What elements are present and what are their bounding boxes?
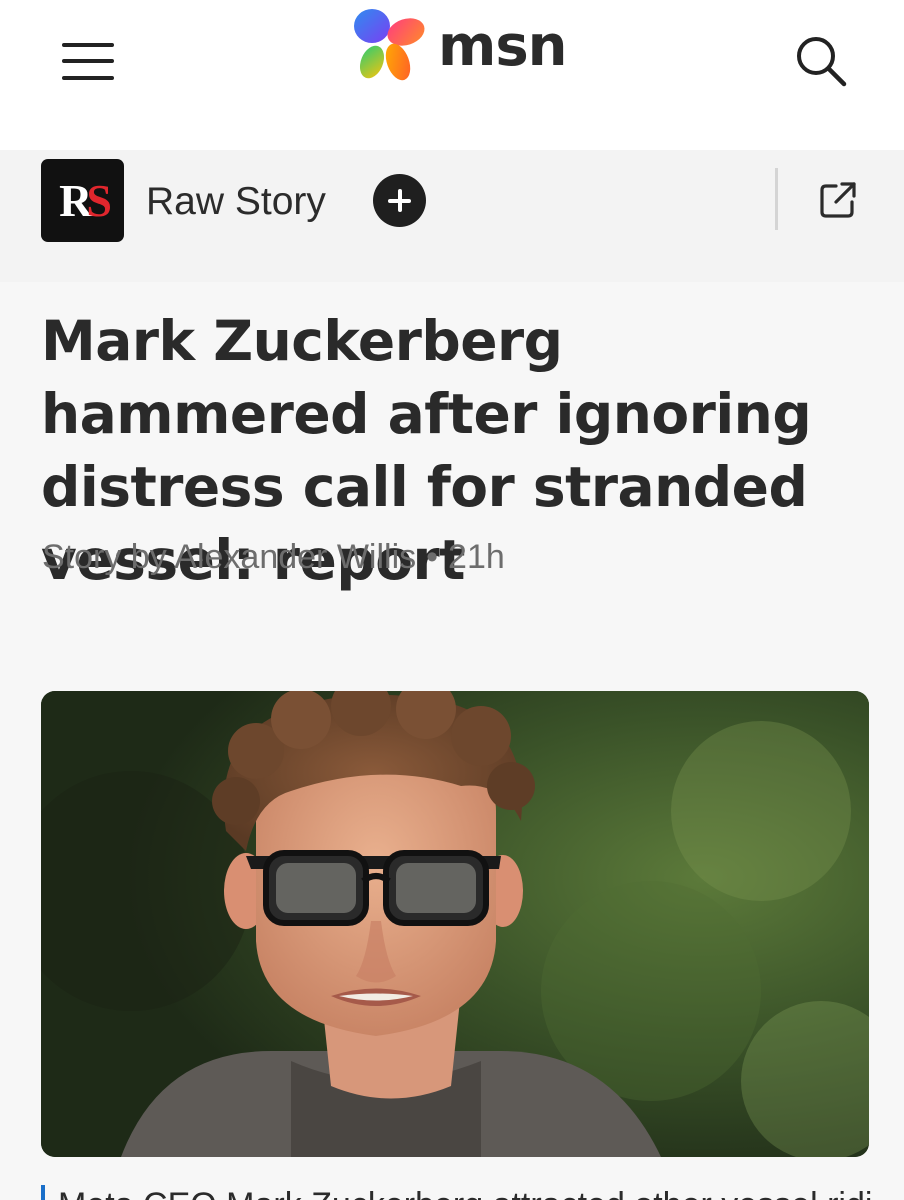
top-header: msn: [0, 0, 904, 150]
quote-accent-line: [41, 1185, 45, 1200]
article-byline: Story by Alexander Willis • 21h: [42, 538, 505, 577]
article-first-line: Meta CEO Mark Zuckerberg attracted other…: [58, 1186, 878, 1200]
hamburger-menu-icon[interactable]: [58, 40, 116, 84]
search-icon[interactable]: [794, 34, 848, 88]
msn-butterfly-logo: [354, 9, 425, 81]
byline-separator: •: [426, 538, 439, 576]
byline-time: 21h: [448, 538, 505, 576]
photo-of-man-in-sunglasses: [41, 691, 869, 1157]
divider: [775, 168, 778, 230]
hero-image[interactable]: [41, 691, 869, 1157]
brand-name: msn: [438, 14, 568, 79]
follow-publisher-button[interactable]: [373, 174, 426, 227]
publisher-name[interactable]: Raw Story: [146, 180, 326, 224]
publisher-bar: RS Raw Story: [0, 150, 904, 282]
open-external-icon[interactable]: [816, 178, 860, 222]
msn-brand[interactable]: msn: [350, 4, 568, 90]
raw-story-logo[interactable]: RS: [41, 159, 124, 242]
byline-author[interactable]: Story by Alexander Willis: [42, 538, 416, 576]
